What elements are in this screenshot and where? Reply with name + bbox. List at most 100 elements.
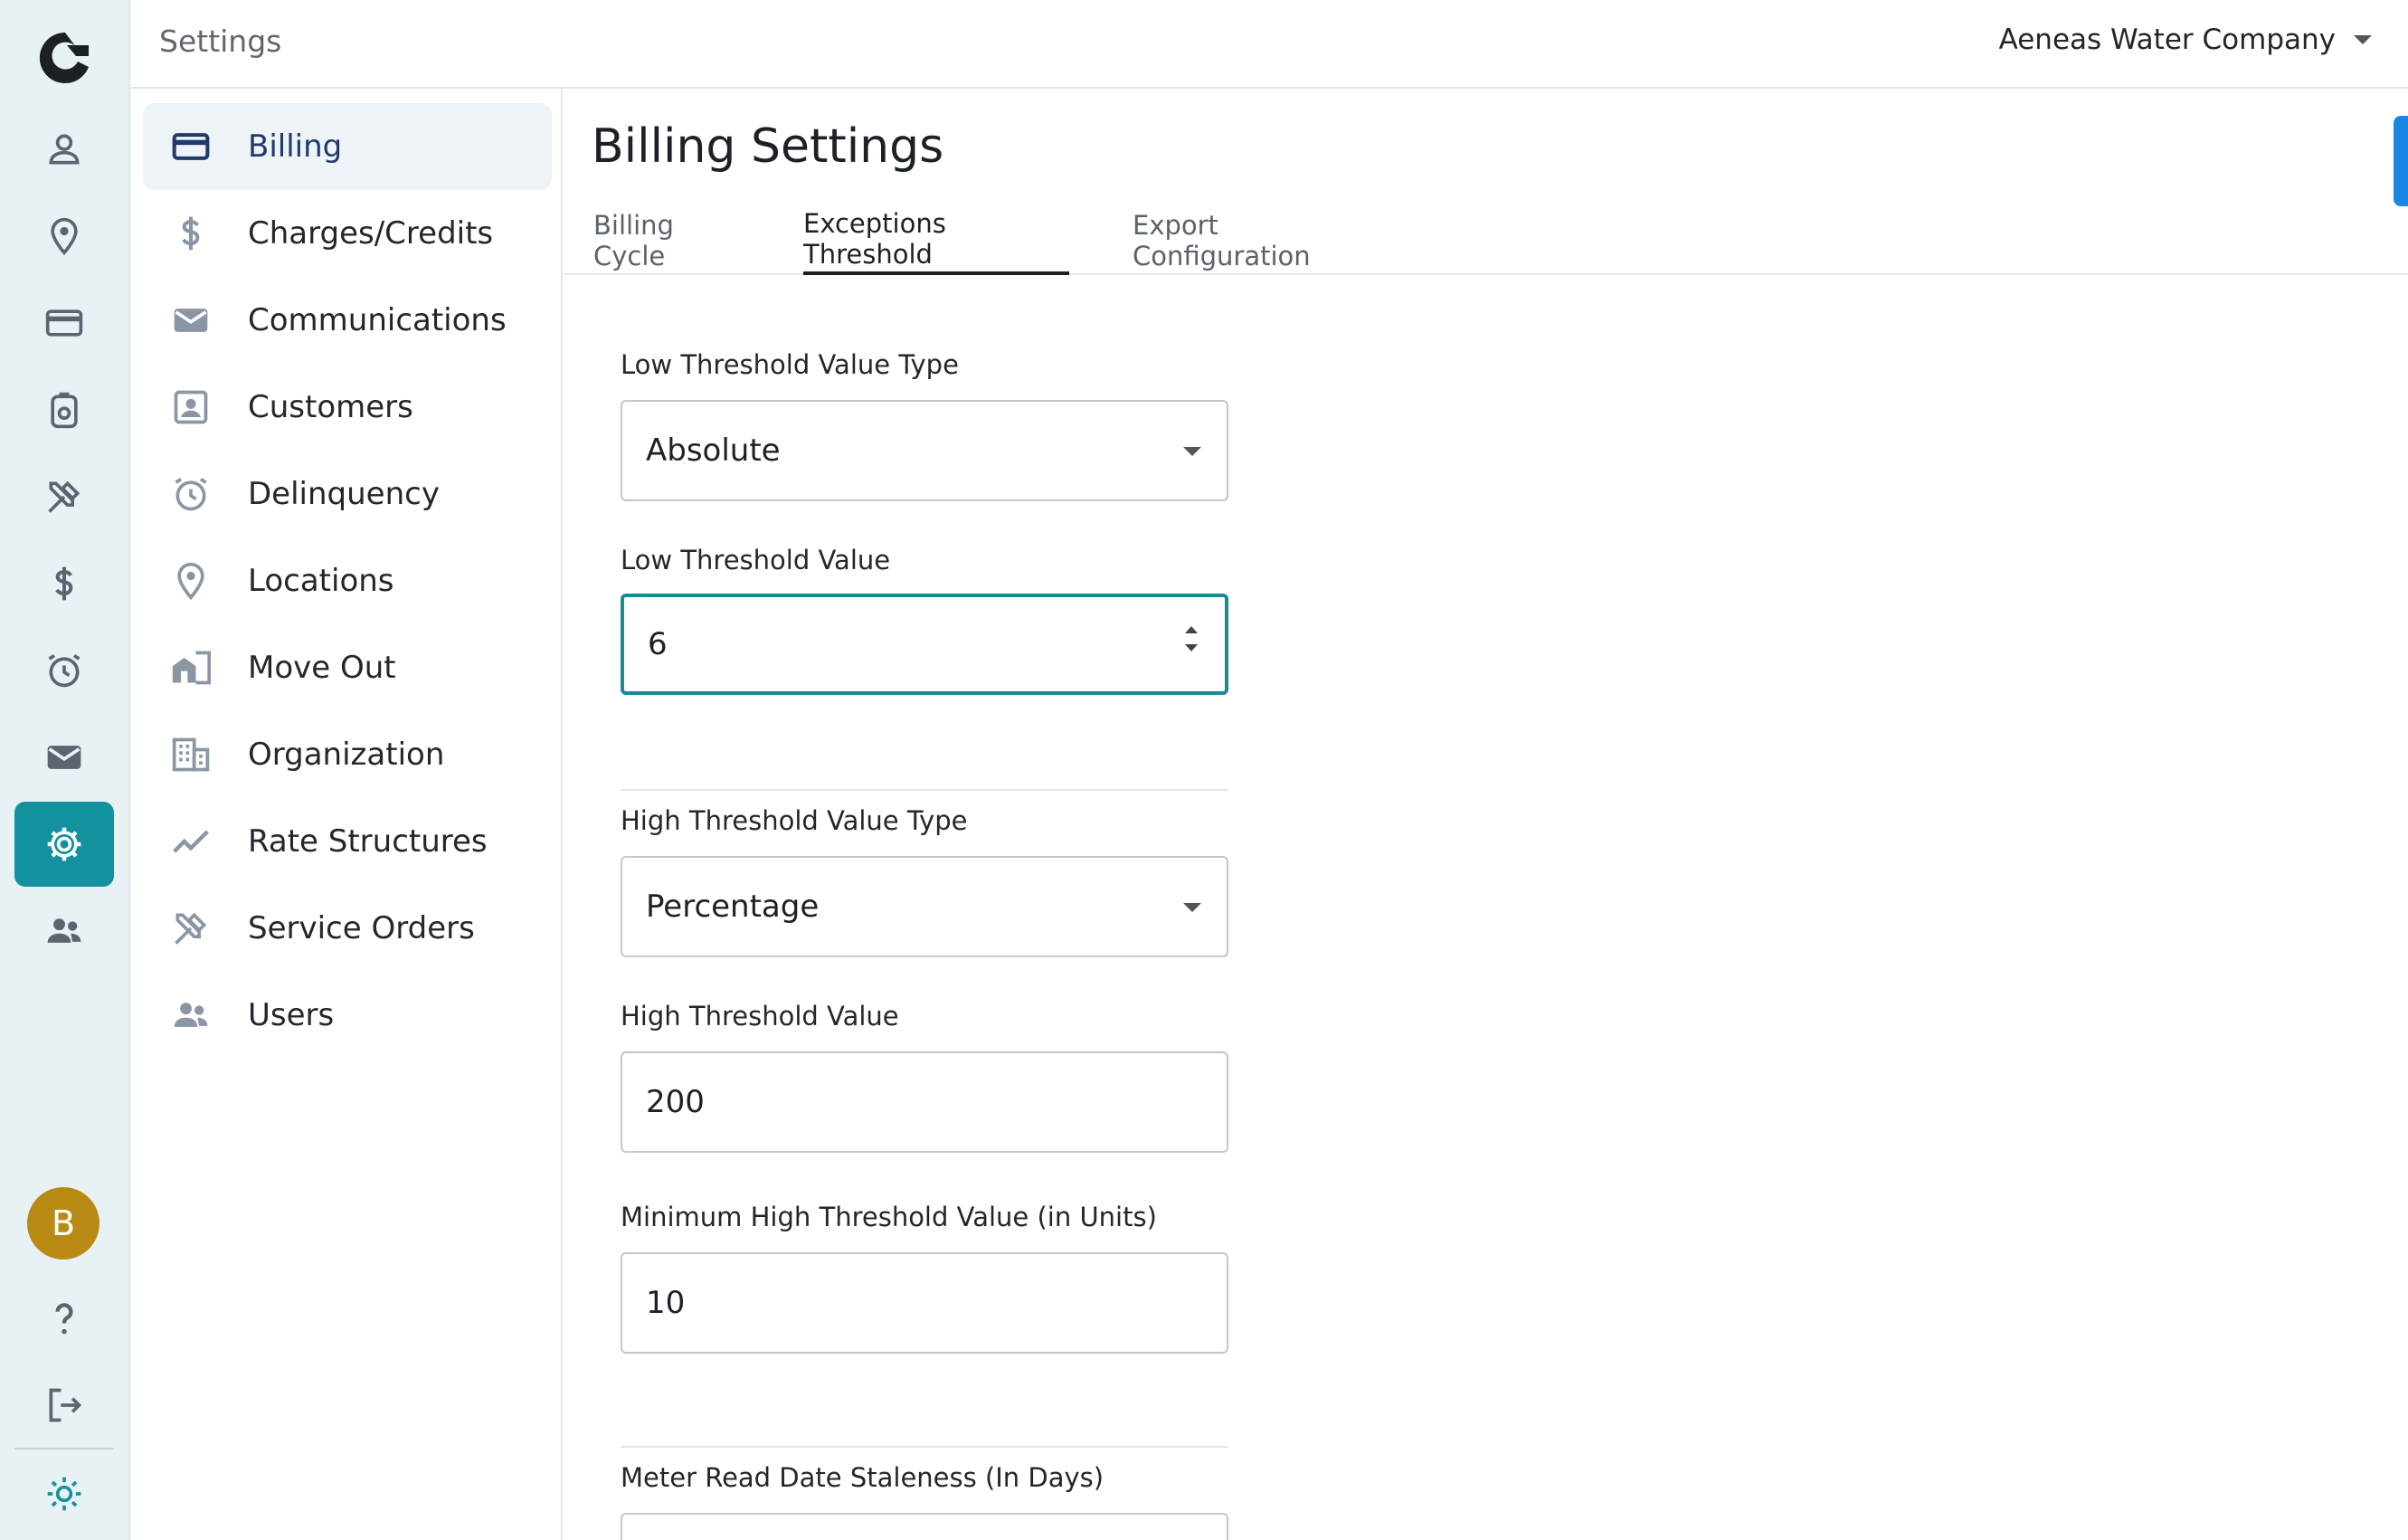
sidebar-item-users[interactable]: Users xyxy=(143,972,552,1059)
sidebar-item-label: Organization xyxy=(248,737,445,773)
sidebar-item-charges-credits[interactable]: Charges/Credits xyxy=(143,190,552,277)
location-pin-icon xyxy=(170,560,212,602)
rail-service-orders-button[interactable] xyxy=(14,454,114,539)
tab-exceptions-threshold[interactable]: Exceptions Threshold xyxy=(803,206,1069,275)
sidebar-item-move-out[interactable]: Move Out xyxy=(143,624,552,711)
sidebar-item-communications[interactable]: Communications xyxy=(143,277,552,364)
users-icon xyxy=(170,994,212,1036)
sidebar-item-service-orders[interactable]: Service Orders xyxy=(143,885,552,972)
high-threshold-type-value: Percentage xyxy=(646,889,820,925)
high-threshold-value-input[interactable]: 200 xyxy=(621,1051,1228,1153)
tools-icon xyxy=(170,908,212,949)
sidebar-item-label: Rate Structures xyxy=(248,823,488,860)
scrollbar-thumb[interactable] xyxy=(2394,116,2408,206)
dollar-icon xyxy=(55,566,73,601)
credit-card-icon xyxy=(45,309,83,337)
sidebar-item-label: Billing xyxy=(248,128,343,165)
houses-icon xyxy=(170,647,212,689)
spinner-up-icon[interactable] xyxy=(1185,626,1198,633)
section-divider xyxy=(621,789,1228,791)
min-high-threshold-value: 10 xyxy=(646,1285,686,1321)
low-threshold-value-input[interactable]: 6 xyxy=(621,594,1228,695)
dropdown-arrow-icon xyxy=(1183,903,1201,912)
rail-meters-button[interactable] xyxy=(14,367,114,452)
avatar-initial: B xyxy=(51,1203,76,1243)
tab-bar: Billing Cycle Exceptions Threshold Expor… xyxy=(564,206,2408,275)
credit-card-icon xyxy=(170,126,212,167)
logout-button[interactable] xyxy=(14,1363,114,1448)
sidebar-item-delinquency[interactable]: Delinquency xyxy=(143,451,552,537)
rail-settings-button[interactable] xyxy=(14,802,114,887)
high-threshold-value-label: High Threshold Value xyxy=(621,1001,899,1031)
alarm-clock-icon xyxy=(48,653,81,688)
high-threshold-value: 200 xyxy=(646,1084,705,1120)
min-high-threshold-input[interactable]: 10 xyxy=(621,1252,1228,1354)
rail-billing-button[interactable] xyxy=(14,280,114,366)
main-content: Billing Settings Billing Cycle Exception… xyxy=(564,89,2408,1540)
low-threshold-type-value: Absolute xyxy=(646,433,781,469)
sidebar-item-locations[interactable]: Locations xyxy=(143,537,552,624)
sidebar-item-label: Customers xyxy=(248,389,413,425)
meter-read-staleness-input[interactable] xyxy=(621,1513,1228,1540)
mail-icon xyxy=(170,299,212,341)
sidebar-item-billing[interactable]: Billing xyxy=(143,103,552,190)
breadcrumb: Settings xyxy=(159,24,282,59)
rail-communications-button[interactable] xyxy=(14,715,114,800)
low-threshold-type-select[interactable]: Absolute xyxy=(621,400,1228,501)
trend-line-icon xyxy=(170,821,212,862)
sidebar-item-customers[interactable]: Customers xyxy=(143,364,552,451)
sidebar-item-organization[interactable]: Organization xyxy=(143,711,552,798)
high-threshold-type-select[interactable]: Percentage xyxy=(621,856,1228,957)
rail-divider xyxy=(14,1448,114,1450)
mail-icon xyxy=(47,746,81,769)
rail-users-button[interactable] xyxy=(14,889,114,974)
app-logo-icon[interactable] xyxy=(34,25,96,90)
help-button[interactable] xyxy=(14,1276,114,1361)
building-icon xyxy=(170,734,212,775)
help-icon xyxy=(55,1303,73,1335)
alarm-clock-icon xyxy=(170,473,212,515)
sidebar-item-label: Service Orders xyxy=(248,910,475,946)
theme-toggle-button[interactable] xyxy=(14,1451,114,1536)
section-divider xyxy=(621,1446,1228,1448)
rail-locations-button[interactable] xyxy=(14,194,114,279)
sidebar-item-rate-structures[interactable]: Rate Structures xyxy=(143,798,552,885)
low-threshold-value: 6 xyxy=(648,626,668,662)
logout-icon xyxy=(49,1388,82,1422)
tab-billing-cycle[interactable]: Billing Cycle xyxy=(593,206,747,275)
rail-customers-button[interactable] xyxy=(14,107,114,192)
user-icon xyxy=(49,134,80,165)
chevron-down-icon xyxy=(2354,35,2372,44)
sidebar-item-label: Communications xyxy=(248,302,507,338)
gear-icon xyxy=(47,827,81,861)
contact-card-icon xyxy=(170,386,212,428)
low-threshold-value-label: Low Threshold Value xyxy=(621,545,891,575)
min-high-threshold-label: Minimum High Threshold Value (in Units) xyxy=(621,1202,1157,1232)
sidebar-item-label: Delinquency xyxy=(248,476,440,512)
avatar[interactable]: B xyxy=(27,1187,100,1260)
meter-icon xyxy=(51,392,78,429)
dropdown-arrow-icon xyxy=(1183,447,1201,456)
high-threshold-type-label: High Threshold Value Type xyxy=(621,805,968,836)
settings-sidebar: Billing Charges/Credits Communications C… xyxy=(130,89,563,1540)
rail-charges-button[interactable] xyxy=(14,541,114,626)
sun-icon xyxy=(47,1477,81,1511)
meter-read-staleness-label: Meter Read Date Staleness (In Days) xyxy=(621,1462,1104,1493)
spinner-down-icon[interactable] xyxy=(1185,644,1198,651)
number-spinner[interactable] xyxy=(1185,626,1199,662)
sidebar-item-label: Users xyxy=(248,997,335,1033)
low-threshold-type-label: Low Threshold Value Type xyxy=(621,349,959,380)
location-pin-icon xyxy=(51,217,78,256)
top-bar: Settings Aeneas Water Company xyxy=(130,0,2408,89)
sidebar-item-label: Charges/Credits xyxy=(248,215,494,252)
sidebar-item-label: Locations xyxy=(248,563,394,599)
sidebar-item-label: Move Out xyxy=(248,650,396,686)
tab-export-configuration[interactable]: Export Configuration xyxy=(1133,206,1395,275)
organization-selector[interactable]: Aeneas Water Company xyxy=(1999,24,2372,56)
users-icon xyxy=(47,918,81,943)
page-title: Billing Settings xyxy=(592,119,944,174)
rail-delinquency-button[interactable] xyxy=(14,628,114,713)
dollar-icon xyxy=(170,213,212,254)
tools-icon xyxy=(48,480,81,513)
icon-rail: B xyxy=(0,0,130,1540)
